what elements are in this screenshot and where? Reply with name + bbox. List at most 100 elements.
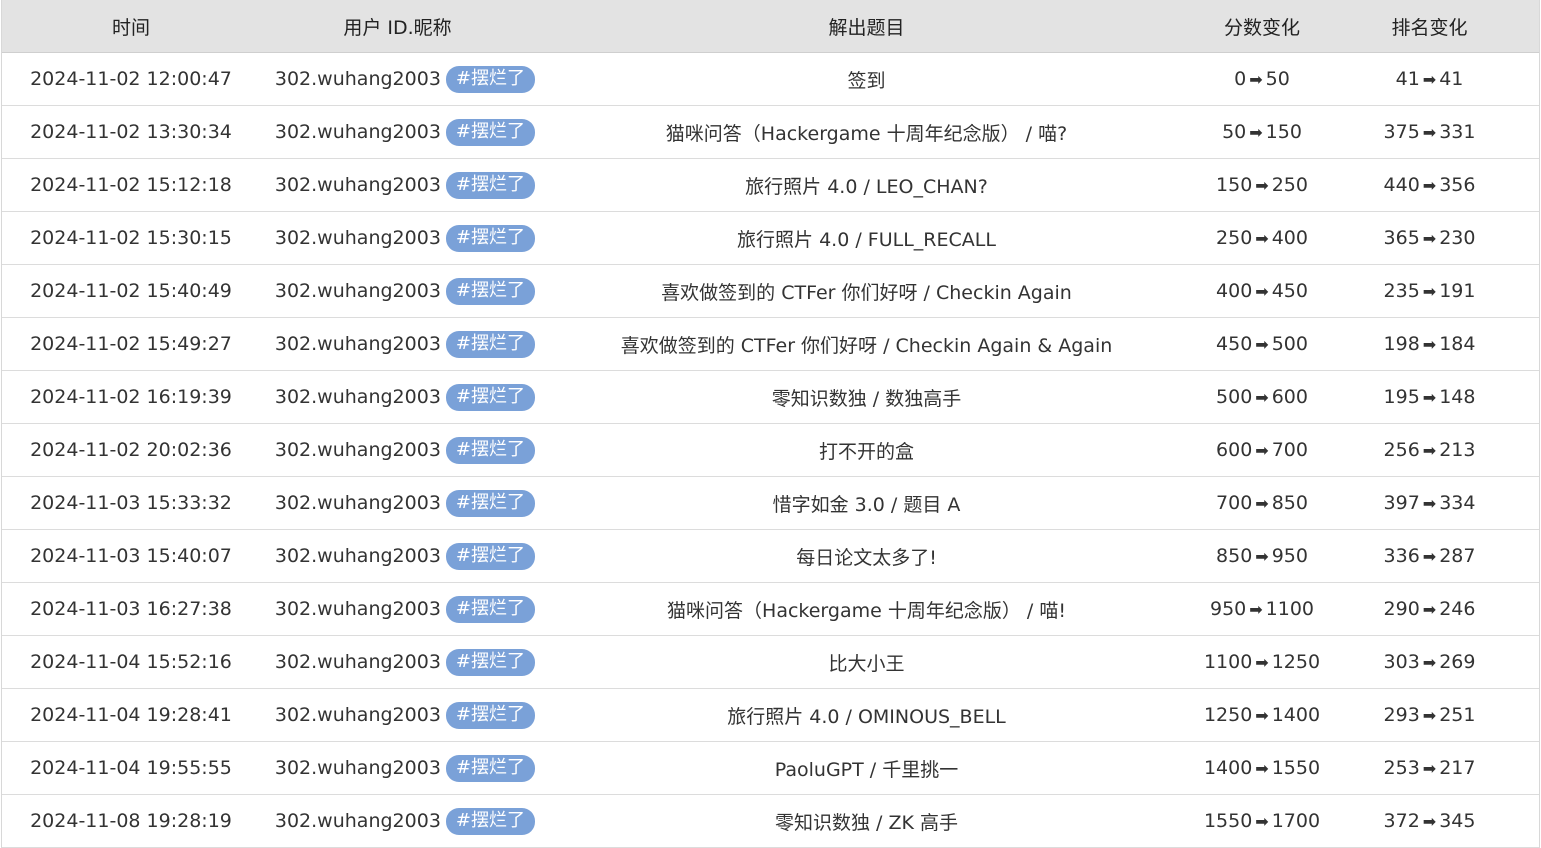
group-tag-badge[interactable]: #摆烂了	[445, 330, 535, 358]
group-tag-badge[interactable]: #摆烂了	[445, 436, 535, 464]
group-tag-badge[interactable]: #摆烂了	[445, 118, 535, 146]
table-row: 2024-11-03 15:33:32 302.wuhang2003 #摆烂了 惜字如…	[2, 477, 1539, 530]
rank-from: 198	[1383, 333, 1420, 355]
group-tag-badge[interactable]: #摆烂了	[445, 807, 535, 835]
problem-cell: 喜欢做签到的 CTFer 你们好呀 / Checkin Again & Agai…	[620, 334, 1113, 357]
user-id-link[interactable]: 302.wuhang2003	[275, 439, 441, 461]
group-tag-badge[interactable]: #摆烂了	[445, 648, 535, 676]
right-arrow-icon: ➡	[1422, 388, 1437, 407]
right-arrow-icon: ➡	[1422, 812, 1437, 831]
time-cell: 2024-11-02 16:19:39	[30, 386, 232, 408]
rank-to: 345	[1439, 810, 1476, 832]
user-id-link[interactable]: 302.wuhang2003	[275, 651, 441, 673]
user-id-link[interactable]: 302.wuhang2003	[275, 68, 441, 90]
user-info: 302.wuhang2003 #摆烂了	[275, 65, 535, 93]
group-tag-badge[interactable]: #摆烂了	[445, 701, 535, 729]
score-from: 0	[1234, 68, 1247, 90]
score-to: 50	[1265, 68, 1290, 90]
time-cell: 2024-11-02 15:12:18	[30, 174, 232, 196]
table-row: 2024-11-02 15:49:27 302.wuhang2003 #摆烂了 喜欢做…	[2, 318, 1539, 371]
user-id-link[interactable]: 302.wuhang2003	[275, 174, 441, 196]
right-arrow-icon: ➡	[1422, 653, 1437, 672]
score-change-cell: 700 ➡ 850	[1198, 492, 1326, 514]
user-id-link[interactable]: 302.wuhang2003	[275, 810, 441, 832]
user-id-link[interactable]: 302.wuhang2003	[275, 227, 441, 249]
problem-cell: 签到	[847, 69, 886, 92]
group-tag-badge[interactable]: #摆烂了	[445, 277, 535, 305]
user-info: 302.wuhang2003 #摆烂了	[275, 489, 535, 517]
rank-from: 365	[1383, 227, 1420, 249]
user-cell: 302.wuhang2003 #摆烂了	[260, 807, 535, 835]
rank-change-cell: 41 ➡ 41	[1326, 68, 1533, 90]
group-tag-badge[interactable]: #摆烂了	[445, 65, 535, 93]
user-info: 302.wuhang2003 #摆烂了	[275, 807, 535, 835]
user-info: 302.wuhang2003 #摆烂了	[275, 542, 535, 570]
user-id-link[interactable]: 302.wuhang2003	[275, 757, 441, 779]
group-tag-badge[interactable]: #摆烂了	[445, 754, 535, 782]
group-tag-badge[interactable]: #摆烂了	[445, 224, 535, 252]
time-cell: 2024-11-02 15:30:15	[30, 227, 232, 249]
score-from: 1400	[1203, 757, 1253, 779]
header-user[interactable]: 用户 ID.昵称	[260, 13, 535, 40]
score-to: 850	[1271, 492, 1308, 514]
header-time[interactable]: 时间	[2, 13, 260, 40]
score-from: 700	[1216, 492, 1253, 514]
time-cell: 2024-11-02 15:49:27	[30, 333, 232, 355]
user-id-link[interactable]: 302.wuhang2003	[275, 121, 441, 143]
table-row: 2024-11-03 16:27:38 302.wuhang2003 #摆烂了 猫咪问…	[2, 583, 1539, 636]
rank-to: 251	[1439, 704, 1476, 726]
score-change-cell: 600 ➡ 700	[1198, 439, 1326, 461]
right-arrow-icon: ➡	[1422, 123, 1437, 142]
score-from: 400	[1216, 280, 1253, 302]
rank-change-cell: 253 ➡ 217	[1326, 757, 1533, 779]
header-problem[interactable]: 解出题目	[535, 13, 1198, 40]
user-cell: 302.wuhang2003 #摆烂了	[260, 436, 535, 464]
right-arrow-icon: ➡	[1422, 335, 1437, 354]
rank-from: 195	[1383, 386, 1420, 408]
right-arrow-icon: ➡	[1422, 441, 1437, 460]
rank-to: 269	[1439, 651, 1476, 673]
time-cell: 2024-11-02 20:02:36	[30, 439, 232, 461]
user-info: 302.wuhang2003 #摆烂了	[275, 648, 535, 676]
score-change-cell: 150 ➡ 250	[1198, 174, 1326, 196]
rank-from: 372	[1383, 810, 1420, 832]
group-tag-badge[interactable]: #摆烂了	[445, 489, 535, 517]
right-arrow-icon: ➡	[1255, 388, 1269, 407]
table-row: 2024-11-03 15:40:07 302.wuhang2003 #摆烂了 每日论…	[2, 530, 1539, 583]
user-id-link[interactable]: 302.wuhang2003	[275, 704, 441, 726]
user-info: 302.wuhang2003 #摆烂了	[275, 330, 535, 358]
user-id-link[interactable]: 302.wuhang2003	[275, 545, 441, 567]
right-arrow-icon: ➡	[1249, 123, 1263, 142]
user-id-link[interactable]: 302.wuhang2003	[275, 333, 441, 355]
rank-from: 253	[1383, 757, 1420, 779]
rank-to: 331	[1439, 121, 1476, 143]
score-from: 1250	[1203, 704, 1253, 726]
group-tag-badge[interactable]: #摆烂了	[445, 542, 535, 570]
user-cell: 302.wuhang2003 #摆烂了	[260, 489, 535, 517]
group-tag-badge[interactable]: #摆烂了	[445, 383, 535, 411]
user-id-link[interactable]: 302.wuhang2003	[275, 598, 441, 620]
user-info: 302.wuhang2003 #摆烂了	[275, 436, 535, 464]
user-info: 302.wuhang2003 #摆烂了	[275, 224, 535, 252]
user-cell: 302.wuhang2003 #摆烂了	[260, 330, 535, 358]
time-cell: 2024-11-04 19:28:41	[30, 704, 232, 726]
score-to: 1100	[1265, 598, 1315, 620]
user-id-link[interactable]: 302.wuhang2003	[275, 386, 441, 408]
right-arrow-icon: ➡	[1255, 759, 1269, 778]
rank-from: 293	[1383, 704, 1420, 726]
user-id-link[interactable]: 302.wuhang2003	[275, 492, 441, 514]
header-score-change[interactable]: 分数变化	[1198, 13, 1326, 40]
rank-change-cell: 336 ➡ 287	[1326, 545, 1533, 567]
score-change-cell: 950 ➡ 1100	[1198, 598, 1326, 620]
right-arrow-icon: ➡	[1422, 70, 1437, 89]
user-id-link[interactable]: 302.wuhang2003	[275, 280, 441, 302]
group-tag-badge[interactable]: #摆烂了	[445, 171, 535, 199]
group-tag-badge[interactable]: #摆烂了	[445, 595, 535, 623]
score-change-cell: 500 ➡ 600	[1198, 386, 1326, 408]
time-cell: 2024-11-02 13:30:34	[30, 121, 232, 143]
score-to: 450	[1271, 280, 1308, 302]
score-change-cell: 50 ➡ 150	[1198, 121, 1326, 143]
header-rank-change[interactable]: 排名变化	[1326, 13, 1533, 40]
score-to: 1400	[1271, 704, 1321, 726]
score-from: 600	[1216, 439, 1253, 461]
